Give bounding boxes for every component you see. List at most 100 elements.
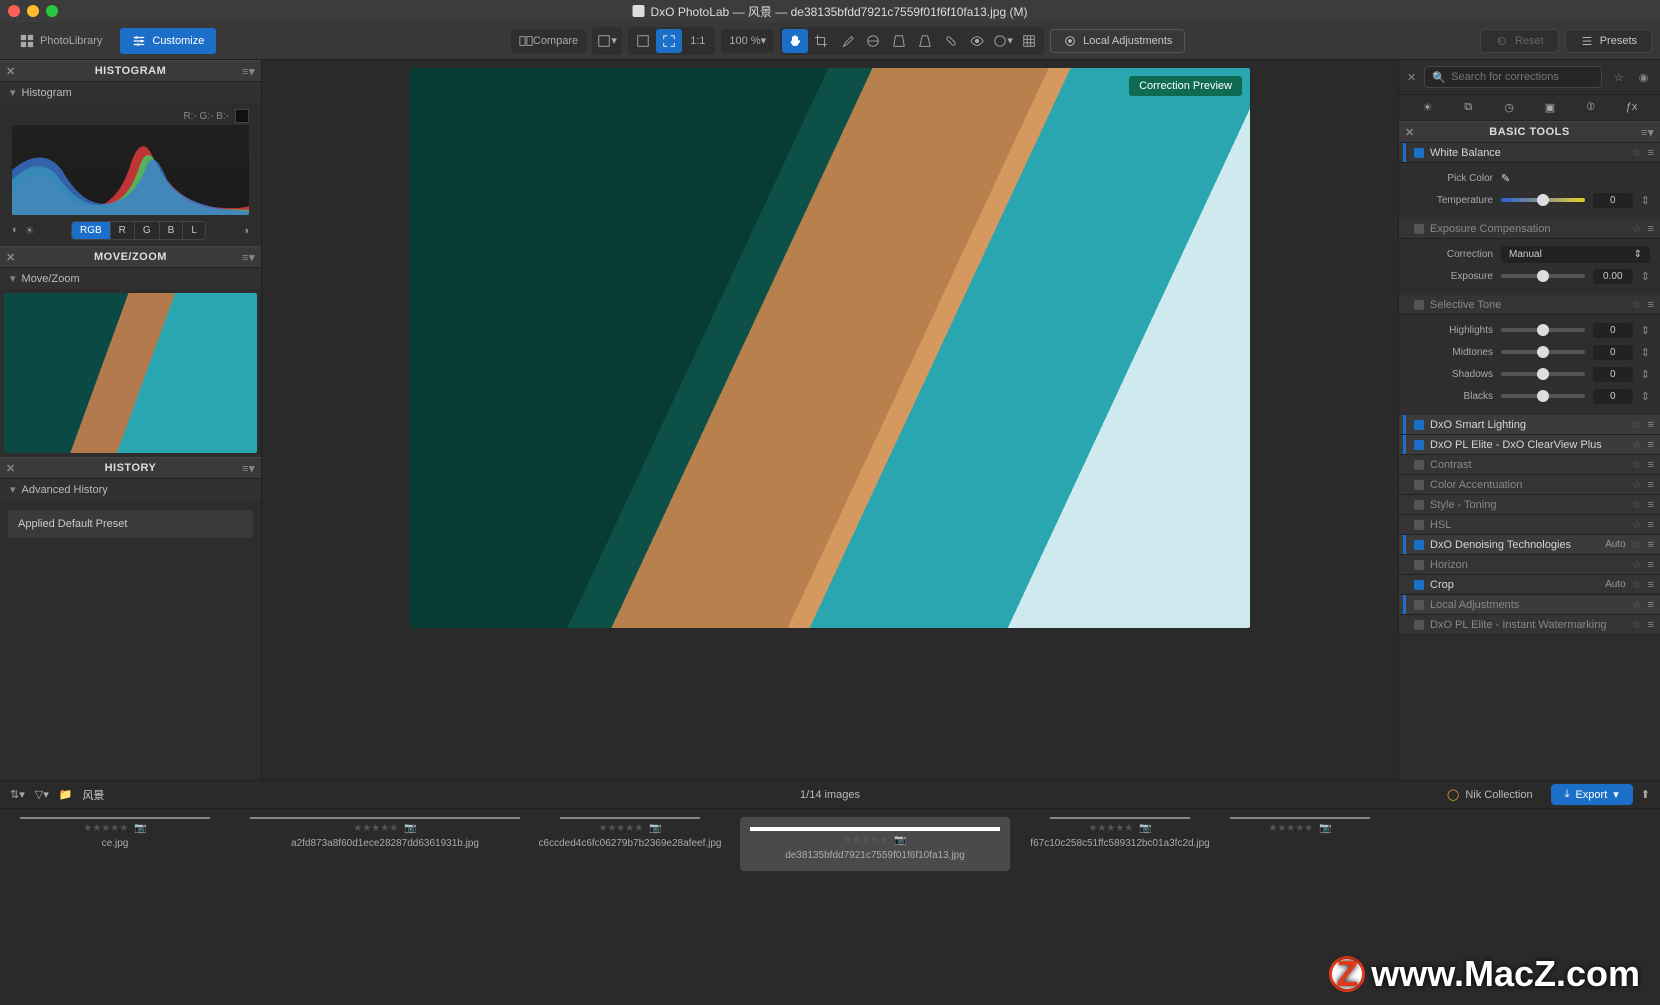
star-icon[interactable]: ☆ (1632, 578, 1642, 591)
tab-photo-library[interactable]: PhotoLibrary (8, 28, 114, 54)
redeye-tool[interactable] (964, 29, 990, 53)
thumbnail[interactable]: ★★★★★📷 c6ccded4c6fc06279b7b2369e28afeef.… (560, 817, 700, 849)
hand-tool[interactable] (782, 29, 808, 53)
stepper-icon[interactable]: ⇕ (1641, 194, 1650, 207)
menu-icon[interactable]: ≡ (1648, 559, 1654, 571)
menu-icon[interactable]: ≡▾ (242, 251, 255, 264)
histogram-subheader[interactable]: ▾Histogram (0, 82, 261, 103)
rating-stars[interactable]: ★★★★★ (83, 823, 128, 834)
thumbnail[interactable]: ★★★★★📷 (1230, 817, 1370, 838)
favorite-filter-icon[interactable]: ☆ (1610, 71, 1627, 84)
close-icon[interactable]: ✕ (6, 462, 16, 475)
star-icon[interactable]: ☆ (1632, 598, 1642, 611)
tool-row[interactable]: DxO Denoising TechnologiesAuto☆≡ (1399, 535, 1660, 555)
stepper-icon[interactable]: ⇕ (1641, 324, 1650, 337)
menu-icon[interactable]: ≡ (1648, 499, 1654, 511)
thumbnail-image[interactable] (250, 817, 520, 819)
star-icon[interactable]: ☆ (1632, 458, 1642, 471)
tool-row[interactable]: DxO Smart Lighting☆≡ (1399, 415, 1660, 435)
highlights-slider[interactable] (1501, 328, 1585, 332)
tool-exposure[interactable]: Exposure Compensation☆≡ (1399, 219, 1660, 239)
correction-mode-dropdown[interactable]: Manual⇕ (1501, 246, 1650, 263)
horizon-tool[interactable] (860, 29, 886, 53)
preview-tool[interactable]: ▾ (990, 29, 1016, 53)
rating-stars[interactable]: ★★★★★ (843, 835, 888, 846)
star-icon[interactable]: ☆ (1632, 478, 1642, 491)
stepper-icon[interactable]: ⇕ (1641, 346, 1650, 359)
star-icon[interactable]: ☆ (1632, 518, 1642, 531)
menu-icon[interactable]: ≡▾ (1641, 126, 1654, 139)
tool-row[interactable]: Style - Toning☆≡ (1399, 495, 1660, 515)
temperature-value[interactable]: 0 (1593, 193, 1633, 208)
shadows-slider[interactable] (1501, 372, 1585, 376)
channel-g[interactable]: G (134, 222, 159, 239)
filter-icon[interactable]: ▽▾ (35, 788, 49, 801)
stepper-icon[interactable]: ⇕ (1641, 270, 1650, 283)
channel-b[interactable]: B (159, 222, 183, 239)
menu-icon[interactable]: ≡ (1648, 459, 1654, 471)
menu-icon[interactable]: ≡ (1648, 439, 1654, 451)
ratio-11-button[interactable]: 1:1 (682, 29, 713, 53)
tool-row[interactable]: Horizon☆≡ (1399, 555, 1660, 575)
star-icon[interactable]: ☆ (1632, 298, 1642, 311)
zoom-dropdown[interactable]: 100 % ▾ (721, 29, 774, 53)
highlight-clip-icon[interactable]: ◑ (242, 225, 249, 237)
local-adjustments-button[interactable]: Local Adjustments (1050, 29, 1185, 53)
rating-stars[interactable]: ★★★★★ (1268, 823, 1313, 834)
tool-row[interactable]: Color Accentuation☆≡ (1399, 475, 1660, 495)
detail-category-icon[interactable]: ◷ (1499, 101, 1519, 114)
menu-icon[interactable]: ≡▾ (242, 65, 255, 78)
star-icon[interactable]: ☆ (1632, 418, 1642, 431)
menu-icon[interactable]: ≡ (1648, 599, 1654, 611)
menu-icon[interactable]: ≡ (1648, 147, 1654, 159)
star-icon[interactable]: ☆ (1632, 146, 1642, 159)
stepper-icon[interactable]: ⇕ (1641, 390, 1650, 403)
fit-button[interactable] (630, 29, 656, 53)
thumbnail[interactable]: ★★★★★📷 de38135bfdd7921c7559f01f6f10fa13.… (740, 817, 1010, 871)
thumbnail-image[interactable] (1050, 817, 1190, 819)
channel-r[interactable]: R (110, 222, 134, 239)
temperature-slider[interactable] (1501, 198, 1585, 202)
geometry-category-icon[interactable]: ▣ (1540, 101, 1560, 114)
blacks-slider[interactable] (1501, 394, 1585, 398)
thumbnail-image[interactable] (1230, 817, 1370, 819)
tool-row[interactable]: HSL☆≡ (1399, 515, 1660, 535)
compare-button[interactable]: Compare (511, 29, 586, 53)
rating-stars[interactable]: ★★★★★ (598, 823, 643, 834)
thumbnail-image[interactable] (20, 817, 210, 819)
sort-icon[interactable]: ⇅▾ (10, 788, 25, 801)
thumbnail-image[interactable] (750, 827, 1000, 831)
single-view-button[interactable]: ▾ (594, 29, 620, 53)
shadow-clip-icon[interactable]: ◐ (12, 224, 19, 237)
channel-l[interactable]: L (182, 222, 205, 239)
tool-row[interactable]: DxO PL Elite - Instant Watermarking☆≡ (1399, 615, 1660, 635)
close-window[interactable] (8, 5, 20, 17)
menu-icon[interactable]: ≡ (1648, 519, 1654, 531)
menu-icon[interactable]: ≡ (1648, 299, 1654, 311)
rating-stars[interactable]: ★★★★★ (353, 823, 398, 834)
exposure-value[interactable]: 0.00 (1593, 269, 1633, 284)
tab-customize[interactable]: Customize (120, 28, 216, 54)
history-subheader[interactable]: ▾Advanced History (0, 479, 261, 500)
keystoning-tool[interactable] (912, 29, 938, 53)
tool-white-balance[interactable]: White Balance☆≡ (1399, 143, 1660, 163)
rating-stars[interactable]: ★★★★★ (1088, 823, 1133, 834)
stepper-icon[interactable]: ⇕ (1641, 368, 1650, 381)
share-icon[interactable]: ⬆ (1641, 788, 1650, 801)
minimize-window[interactable] (27, 5, 39, 17)
exposure-slider[interactable] (1501, 274, 1585, 278)
perspective-tool[interactable] (886, 29, 912, 53)
menu-icon[interactable]: ≡ (1648, 419, 1654, 431)
menu-icon[interactable]: ≡▾ (242, 462, 255, 475)
sun-icon[interactable]: ☀ (25, 224, 35, 237)
menu-icon[interactable]: ≡ (1648, 619, 1654, 631)
menu-icon[interactable]: ≡ (1648, 479, 1654, 491)
repair-tool[interactable] (938, 29, 964, 53)
thumbnail[interactable]: ★★★★★📷 f67c10c258c51ffc589312bc01a3fc2d.… (1050, 817, 1190, 849)
star-icon[interactable]: ☆ (1632, 618, 1642, 631)
navigator-canvas[interactable] (4, 293, 257, 453)
thumbnail-image[interactable] (560, 817, 700, 819)
star-icon[interactable]: ☆ (1632, 438, 1642, 451)
tool-row[interactable]: CropAuto☆≡ (1399, 575, 1660, 595)
thumbnail[interactable]: ★★★★★📷 a2fd873a8f60d1ece28287dd6361931b.… (250, 817, 520, 849)
